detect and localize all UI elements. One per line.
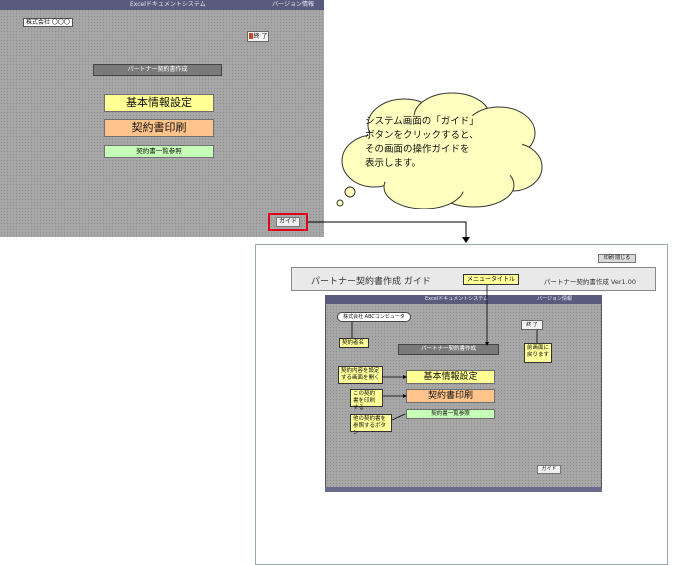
guide-annotation-lines: [351, 285, 538, 421]
